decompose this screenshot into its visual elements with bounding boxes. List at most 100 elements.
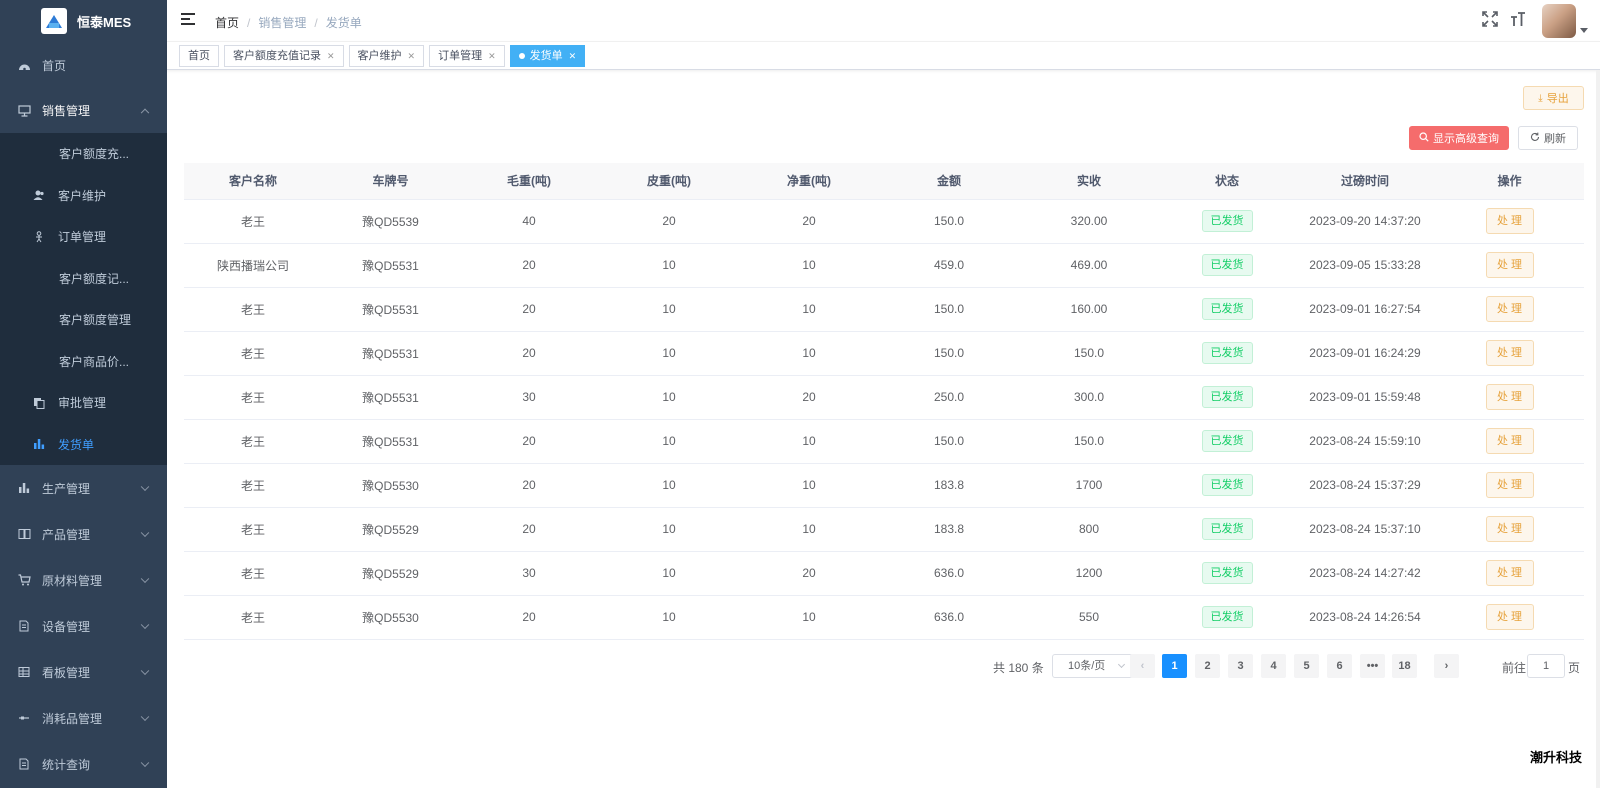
status-badge: 已发货 xyxy=(1201,562,1253,584)
sidebar-item-statistics[interactable]: 统计查询 xyxy=(0,741,167,787)
hamburger-icon[interactable] xyxy=(181,13,195,25)
sidebar-item-approval[interactable]: 审批管理 xyxy=(0,382,167,424)
sidebar-item-label: 订单管理 xyxy=(58,230,107,245)
refresh-button[interactable]: 刷新 xyxy=(1518,126,1578,150)
tag-customer[interactable]: 客户维护 ✕ xyxy=(348,44,425,67)
font-size-icon[interactable] xyxy=(1510,11,1526,32)
tag-quota-recharge[interactable]: 客户额度充值记录 ✕ xyxy=(224,44,344,67)
process-button[interactable]: 处 理 xyxy=(1485,252,1534,278)
table-cell: 150.0 xyxy=(1019,419,1159,464)
page-button[interactable]: 1 xyxy=(1162,654,1187,678)
breadcrumb-home[interactable]: 首页 xyxy=(215,16,239,30)
col-header: 客户名称 xyxy=(184,163,322,200)
tags-view: 首页 客户额度充值记录 ✕ 客户维护 ✕ 订单管理 ✕ 发货单 ✕ xyxy=(167,42,1600,70)
tag-orders[interactable]: 订单管理 ✕ xyxy=(429,44,505,67)
sidebar-item-quota-log[interactable]: 客户额度记... xyxy=(0,258,167,300)
sidebar-item-customer[interactable]: 客户维护 xyxy=(0,175,167,217)
table-cell: 老王 xyxy=(184,287,322,332)
sidebar-item-orders[interactable]: 订单管理 xyxy=(0,216,167,258)
sidebar-item-quota-recharge[interactable]: 客户额度充... xyxy=(0,133,167,175)
table-cell: 豫QD5539 xyxy=(322,199,459,244)
status-badge: 已发货 xyxy=(1201,298,1253,320)
table-cell: 2023-09-05 15:33:28 xyxy=(1295,243,1435,288)
table-row: 老王 豫QD5530 20 10 10 636.0 550 已发货 2023-08-24 14:… xyxy=(184,595,1584,640)
close-icon[interactable]: ✕ xyxy=(488,46,496,66)
app-title: 恒泰MES xyxy=(77,14,132,30)
prev-page-button[interactable]: ‹ xyxy=(1130,654,1155,678)
sidebar-item-board[interactable]: 看板管理 xyxy=(0,649,167,695)
table-cell: 10 xyxy=(739,595,879,640)
process-button[interactable]: 处 理 xyxy=(1485,340,1534,366)
sidebar-item-label: 消耗品管理 xyxy=(42,711,103,726)
process-button[interactable]: 处 理 xyxy=(1485,428,1534,454)
page-button[interactable]: 3 xyxy=(1228,654,1253,678)
sidebar-item-production[interactable]: 生产管理 xyxy=(0,465,167,511)
scrollbar[interactable] xyxy=(1596,70,1600,788)
chevron-down-icon xyxy=(140,528,150,538)
sidebar-item-delivery[interactable]: 发货单 xyxy=(0,424,167,466)
more-pages-button[interactable]: ••• xyxy=(1360,654,1385,678)
caret-down-icon[interactable] xyxy=(1580,27,1588,33)
table-cell: 10 xyxy=(599,551,739,596)
table-cell: 469.00 xyxy=(1019,243,1159,288)
page-size-select[interactable]: 10条/页 xyxy=(1052,654,1134,678)
table-cell: 550 xyxy=(1019,595,1159,640)
close-icon[interactable]: ✕ xyxy=(569,46,577,66)
col-header: 金额 xyxy=(879,163,1019,200)
sidebar-item-label: 首页 xyxy=(42,58,67,73)
sidebar-item-consumables[interactable]: 消耗品管理 xyxy=(0,695,167,741)
table-cell: 20 xyxy=(599,199,739,244)
table-cell: 10 xyxy=(599,507,739,552)
page-button[interactable]: 6 xyxy=(1327,654,1352,678)
status-badge: 已发货 xyxy=(1201,430,1253,452)
fullscreen-icon[interactable] xyxy=(1482,10,1498,32)
process-button[interactable]: 处 理 xyxy=(1485,560,1534,586)
right-menu xyxy=(1482,4,1588,38)
tag-label: 客户额度充值记录 xyxy=(233,49,321,62)
table-cell: 10 xyxy=(739,331,879,376)
logo[interactable]: 恒泰MES xyxy=(0,0,167,42)
sidebar-item-materials[interactable]: 原材料管理 xyxy=(0,557,167,603)
close-icon[interactable]: ✕ xyxy=(408,46,416,66)
table-cell: 2023-09-20 14:37:20 xyxy=(1295,199,1435,244)
tag-home[interactable]: 首页 xyxy=(179,44,219,67)
table-cell: 2023-08-24 15:37:10 xyxy=(1295,507,1435,552)
sidebar-item-product[interactable]: 产品管理 xyxy=(0,511,167,557)
copy-icon xyxy=(33,397,45,409)
sidebar-item-quota-manage[interactable]: 客户额度管理 xyxy=(0,299,167,341)
page-button[interactable]: 5 xyxy=(1294,654,1319,678)
process-button[interactable]: 处 理 xyxy=(1485,472,1534,498)
table-cell: 10 xyxy=(599,463,739,508)
process-button[interactable]: 处 理 xyxy=(1485,384,1534,410)
status-badge: 已发货 xyxy=(1201,210,1253,232)
export-button[interactable]: ⤓ 导出 xyxy=(1523,86,1584,110)
process-button[interactable]: 处 理 xyxy=(1485,516,1534,542)
bar-chart-icon xyxy=(17,481,31,495)
process-button[interactable]: 处 理 xyxy=(1485,208,1534,234)
process-button[interactable]: 处 理 xyxy=(1485,296,1534,322)
sidebar-item-sales[interactable]: 销售管理 xyxy=(0,88,167,133)
cart-icon xyxy=(17,573,31,587)
table-cell: 20 xyxy=(739,375,879,420)
page-button[interactable]: 4 xyxy=(1261,654,1286,678)
page-button[interactable]: 18 xyxy=(1392,654,1417,678)
table-header-row: 客户名称 车牌号 毛重(吨) 皮重(吨) 净重(吨) 金额 实收 状态 过磅时间… xyxy=(184,163,1584,200)
avatar[interactable] xyxy=(1542,4,1576,38)
query-label: 显示高级查询 xyxy=(1433,133,1499,145)
close-icon[interactable]: ✕ xyxy=(327,46,335,66)
table-cell: 处 理 xyxy=(1435,199,1584,244)
next-page-button[interactable]: › xyxy=(1434,654,1459,678)
tag-delivery[interactable]: 发货单 ✕ xyxy=(509,44,586,67)
search-icon xyxy=(1419,131,1429,145)
table-cell: 已发货 xyxy=(1159,199,1295,244)
page-button[interactable]: 2 xyxy=(1195,654,1220,678)
table-cell: 20 xyxy=(459,507,599,552)
sidebar-item-equipment[interactable]: 设备管理 xyxy=(0,603,167,649)
sidebar-item-home[interactable]: 首页 xyxy=(0,42,167,88)
advanced-query-button[interactable]: 显示高级查询 xyxy=(1409,126,1509,150)
col-header: 毛重(吨) xyxy=(459,163,599,200)
sidebar-item-product-price[interactable]: 客户商品价... xyxy=(0,341,167,383)
process-button[interactable]: 处 理 xyxy=(1485,604,1534,630)
person-icon xyxy=(33,230,45,243)
goto-input[interactable]: 1 xyxy=(1527,654,1565,678)
